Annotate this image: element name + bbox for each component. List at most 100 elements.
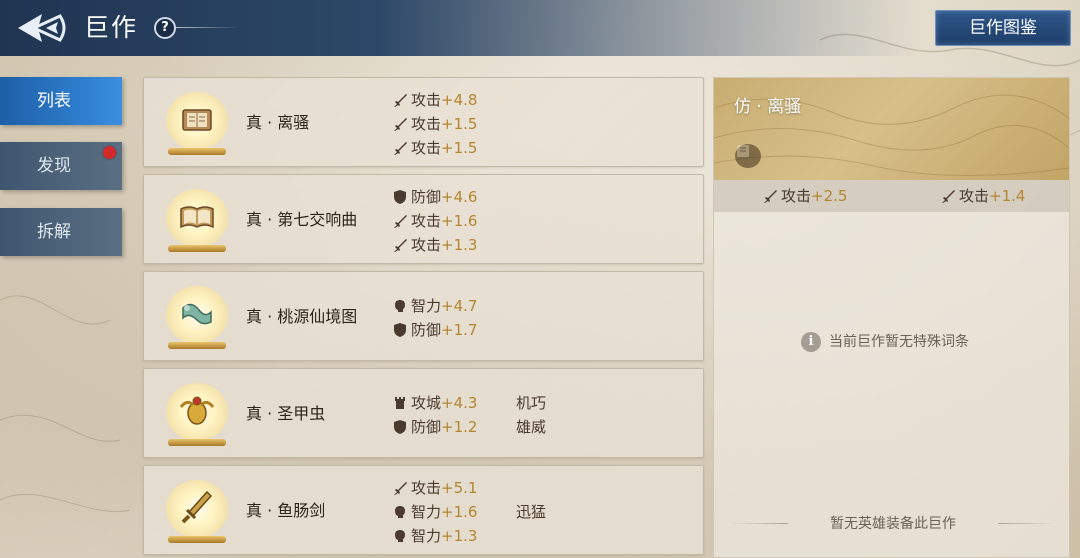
detail-stats: 攻击 +2.5 攻击 +1.4 [714, 180, 1069, 212]
stat-row: 防御 +1.2 [392, 415, 477, 439]
item-stats: 攻击 +5.1 智力 +1.6 智力 +1.3 [392, 476, 477, 548]
tab-list[interactable]: 列表 [0, 77, 122, 125]
trait-label: 雄威 [516, 418, 547, 436]
tab-discover-label: 发现 [37, 156, 71, 176]
sword-icon [394, 215, 407, 228]
stat-row: 防御 +4.6 [392, 185, 477, 209]
stat-row: 攻城 +4.3 [392, 391, 477, 415]
list-item[interactable]: 真 · 鱼肠剑 攻击 +5.1 智力 +1.6 智力 +1.3 迅猛 [143, 465, 704, 555]
item-thumbnail [166, 383, 228, 449]
help-area: ? [150, 14, 240, 42]
stat-label: 攻击 [781, 187, 812, 205]
item-name: 真 · 鱼肠剑 [246, 501, 326, 520]
stat-label: 攻击 [411, 212, 442, 230]
tab-dismantle-label: 拆解 [37, 222, 71, 242]
sword-icon [942, 190, 955, 203]
divider-left [728, 523, 788, 524]
stat-label: 智力 [411, 527, 442, 545]
tab-discover[interactable]: 发现 [0, 142, 122, 190]
sword-icon [394, 142, 407, 155]
back-arrow-icon [18, 14, 66, 42]
book-button[interactable] [735, 144, 761, 168]
stat-row: 攻击 +4.8 [392, 88, 477, 112]
top-bar: 巨作 ? 巨作图鉴 [0, 0, 1080, 56]
tab-dismantle[interactable]: 拆解 [0, 208, 122, 256]
no-hero-text: 暂无英雄装备此巨作 [830, 516, 956, 532]
item-traits: 机巧 雄威 [516, 391, 546, 439]
stat-label: 攻击 [411, 115, 442, 133]
stat-value: +1.3 [441, 236, 478, 254]
sword-icon [394, 482, 407, 495]
item-thumbnail [166, 92, 228, 158]
book-icon [737, 145, 749, 157]
stat-value: +1.3 [441, 527, 478, 545]
stat-value: +5.1 [441, 479, 478, 497]
stat-value: +1.5 [441, 115, 478, 133]
sword-icon [394, 94, 407, 107]
help-icon[interactable]: ? [154, 17, 176, 39]
stat-row: 防御 +1.7 [392, 318, 477, 342]
item-thumbnail [166, 480, 228, 546]
brain-icon [395, 530, 405, 542]
sword-icon [394, 118, 407, 131]
stat-row: 攻击 +1.5 [392, 112, 477, 136]
scroll-book-icon [182, 109, 212, 131]
shield-icon [394, 420, 406, 434]
stat-label: 攻城 [411, 394, 442, 412]
stat-label: 攻击 [959, 187, 990, 205]
stat-value: +4.7 [441, 297, 478, 315]
trait-label: 迅猛 [516, 503, 547, 521]
item-name: 真 · 桃源仙境图 [246, 307, 358, 326]
stat-value: +4.3 [441, 394, 478, 412]
stat-value: +1.2 [441, 418, 478, 436]
open-book-icon [180, 206, 214, 229]
notification-badge [103, 146, 116, 159]
stat-row: 攻击 +5.1 [392, 476, 477, 500]
stat-row: 攻击 +1.3 [392, 233, 477, 257]
stat-label: 攻击 [411, 139, 442, 157]
list-item[interactable]: 真 · 桃源仙境图 智力 +4.7 防御 +1.7 [143, 271, 704, 361]
list-item[interactable]: 真 · 第七交响曲 防御 +4.6 攻击 +1.6 攻击 +1.3 [143, 174, 704, 264]
stat-row: 攻击 +1.6 [392, 209, 477, 233]
stat-label: 智力 [411, 297, 442, 315]
stat-row: 智力 +4.7 [392, 294, 477, 318]
stat-value: +1.6 [441, 503, 478, 521]
list-item[interactable]: 真 · 离骚 攻击 +4.8 攻击 +1.5 攻击 +1.5 [143, 77, 704, 167]
item-traits: 迅猛 [516, 476, 546, 524]
no-hero-note: 暂无英雄装备此巨作 [728, 510, 1058, 538]
stat-row: 攻击 +1.5 [392, 136, 477, 160]
item-stats: 智力 +4.7 防御 +1.7 [392, 294, 477, 342]
item-stats: 攻击 +4.8 攻击 +1.5 攻击 +1.5 [392, 88, 477, 160]
shield-icon [394, 323, 406, 337]
detail-title: 仿 · 离骚 [734, 97, 802, 117]
detail-stat: 攻击 +1.4 [940, 180, 1025, 212]
stat-label: 防御 [411, 188, 442, 206]
detail-panel: 仿 · 离骚 攻击 +2.5 攻击 +1.4 i 当前巨作暂无特殊词条 暂无英雄装备… [713, 77, 1070, 558]
list-item[interactable]: 真 · 圣甲虫 攻城 +4.3 防御 +1.2 机巧 雄威 [143, 368, 704, 458]
divider-right [998, 523, 1058, 524]
tab-list-label: 列表 [37, 91, 71, 111]
gallery-button[interactable]: 巨作图鉴 [935, 10, 1071, 46]
detail-stat: 攻击 +2.5 [762, 180, 847, 212]
item-name: 真 · 离骚 [246, 113, 310, 132]
stat-label: 防御 [411, 321, 442, 339]
stat-value: +4.8 [441, 91, 478, 109]
back-button[interactable] [16, 10, 70, 46]
stat-value: +4.6 [441, 188, 478, 206]
trait-label: 机巧 [516, 394, 547, 412]
item-name: 真 · 圣甲虫 [246, 404, 326, 423]
stat-label: 攻击 [411, 91, 442, 109]
shield-icon [394, 190, 406, 204]
stat-label: 攻击 [411, 479, 442, 497]
stat-row: 智力 +1.6 [392, 500, 477, 524]
scarab-icon [179, 396, 215, 425]
sword-icon [394, 239, 407, 252]
sword-icon [764, 190, 777, 203]
item-stats: 攻城 +4.3 防御 +1.2 [392, 391, 477, 439]
empty-entry-note: i 当前巨作暂无特殊词条 [801, 330, 969, 354]
stat-value: +1.6 [441, 212, 478, 230]
trait-label [516, 476, 546, 500]
stat-label: 智力 [411, 503, 442, 521]
item-name: 真 · 第七交响曲 [246, 210, 358, 229]
stat-value: +2.5 [811, 187, 848, 205]
